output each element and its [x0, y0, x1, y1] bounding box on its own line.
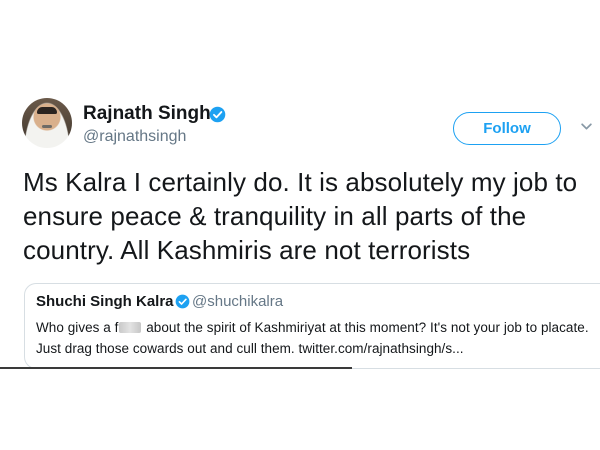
divider-line [0, 367, 352, 369]
avatar[interactable] [22, 98, 72, 148]
chevron-down-icon[interactable] [580, 120, 593, 133]
quoted-author-handle[interactable]: @shuchikalra [192, 293, 283, 310]
tweet-card: Rajnath Singh @rajnathsingh Follow Ms Ka… [0, 0, 600, 450]
avatar-hair [37, 107, 57, 114]
author-name[interactable]: Rajnath Singh [83, 103, 211, 125]
follow-button[interactable]: Follow [453, 112, 561, 145]
avatar-mustache [42, 125, 52, 128]
quoted-text-start: Who gives a f [36, 320, 119, 335]
verified-badge-icon [209, 106, 226, 123]
quoted-author-name[interactable]: Shuchi Singh Kalra [36, 293, 174, 310]
author-handle[interactable]: @rajnathsingh [83, 128, 186, 146]
quoted-verified-badge-icon [175, 294, 190, 309]
tweet-text: Ms Kalra I certainly do. It is absolutel… [23, 167, 578, 265]
censored-word [119, 322, 142, 333]
quoted-tweet-text: Who gives a f about the spirit of Kashmi… [36, 317, 596, 359]
